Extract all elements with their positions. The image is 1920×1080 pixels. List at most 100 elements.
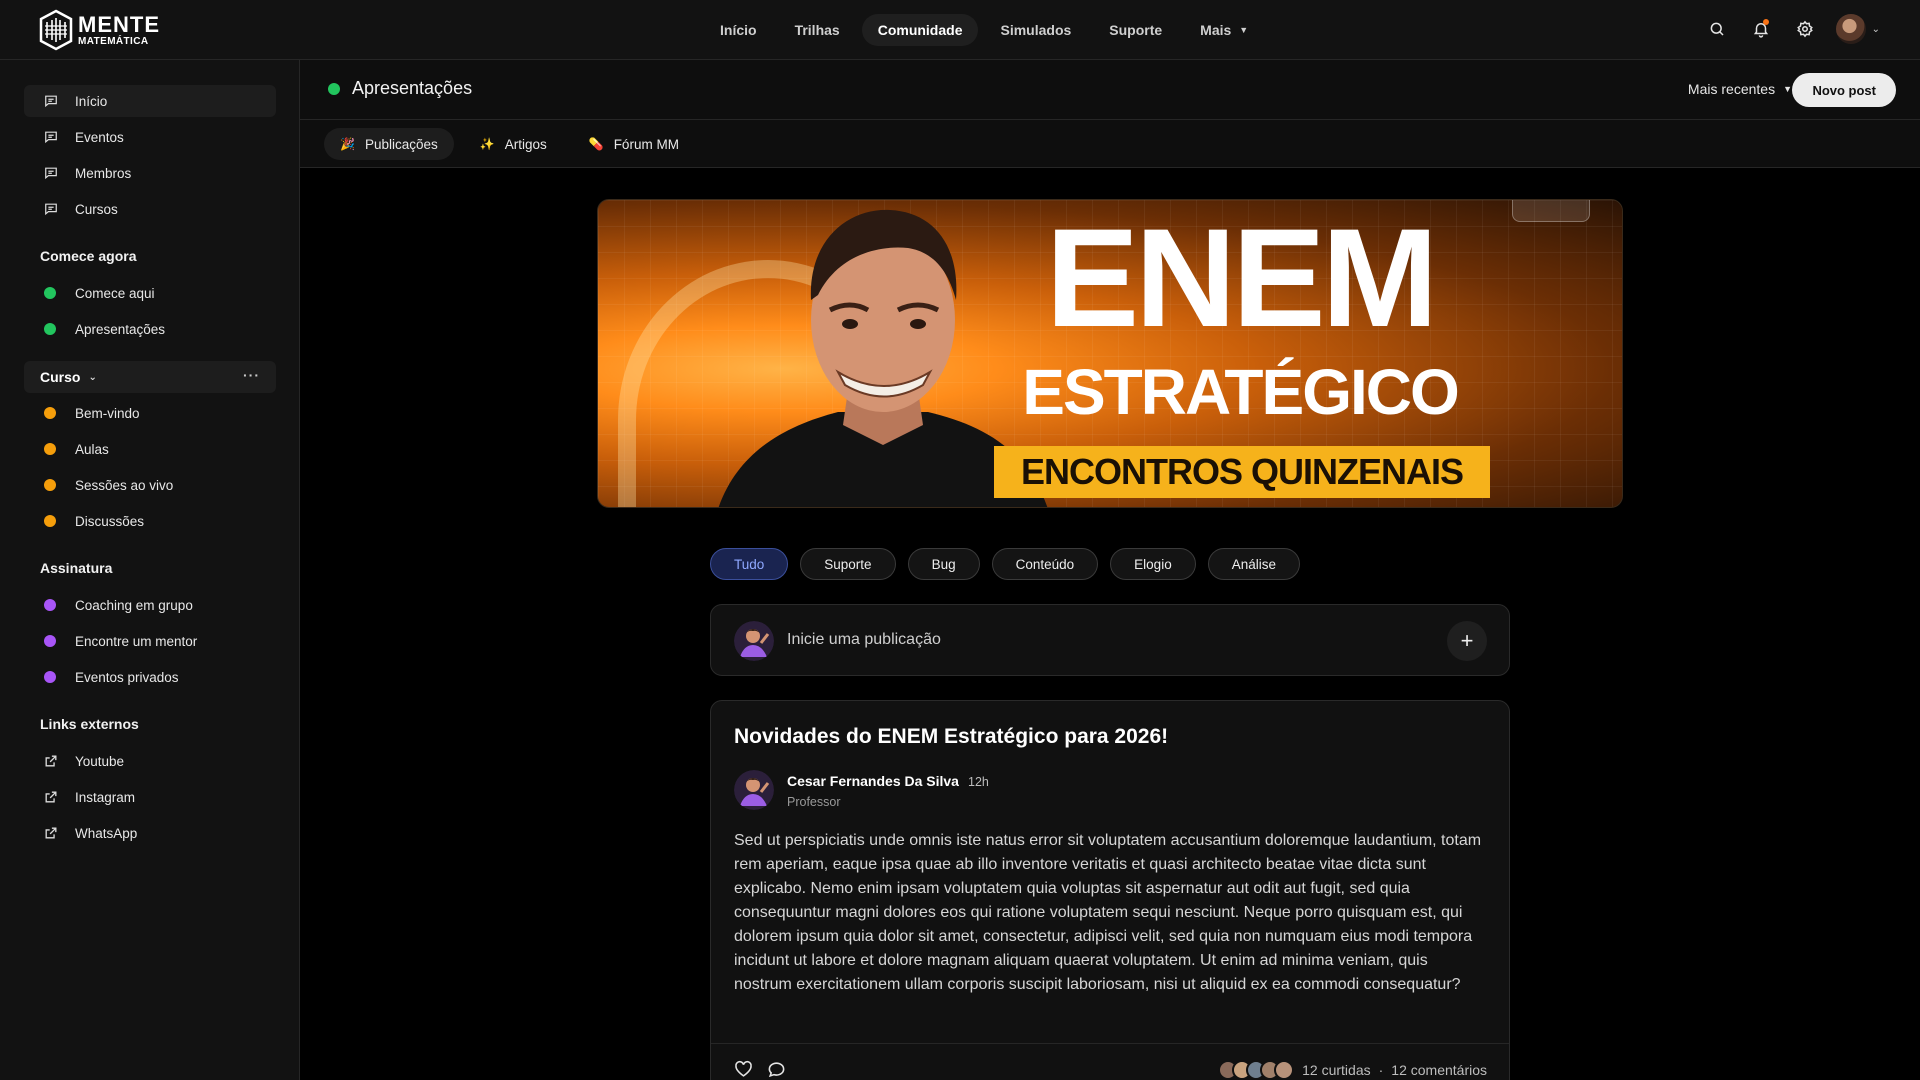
- tab-artigos[interactable]: ✨ Artigos: [464, 128, 563, 160]
- party-popper-icon: 🎉: [340, 137, 355, 151]
- filter-chip-elogio[interactable]: Elogio: [1110, 548, 1196, 580]
- sidebar-section-title: Curso: [40, 369, 81, 385]
- user-menu[interactable]: ⌄: [1835, 14, 1880, 44]
- filter-chip-analise[interactable]: Análise: [1207, 548, 1300, 580]
- sidebar-item-discussoes[interactable]: Discussões: [24, 505, 276, 537]
- nav-label: Mais: [1200, 22, 1232, 38]
- status-dot: [44, 635, 56, 647]
- nav-item-simulados[interactable]: Simulados: [984, 14, 1087, 46]
- nav-item-mais[interactable]: Mais ▼: [1184, 14, 1264, 46]
- likers-avatar-stack[interactable]: [1218, 1060, 1295, 1080]
- sidebar-item-label: Comece aqui: [75, 285, 155, 301]
- sidebar-group-curso[interactable]: Curso ⌄ ···: [24, 361, 276, 393]
- space-tabs: 🎉 Publicações ✨ Artigos 💊 Fórum MM: [300, 120, 1920, 168]
- sidebar-item-label: Eventos: [75, 129, 124, 145]
- sidebar-item-inicio[interactable]: Início: [24, 85, 276, 117]
- post-footer: 12 curtidas · 12 comentários: [711, 1043, 1509, 1080]
- chevron-down-icon: ⌄: [1871, 23, 1880, 35]
- sidebar-item-label: Eventos privados: [75, 669, 179, 685]
- sidebar-item-apresentacoes[interactable]: Apresentações: [24, 313, 276, 345]
- nav-label: Início: [720, 22, 757, 38]
- sidebar-item-label: Aulas: [75, 441, 109, 457]
- sparkles-icon: ✨: [479, 137, 495, 151]
- sidebar-item-instagram[interactable]: Instagram: [24, 781, 276, 813]
- nav-label: Trilhas: [794, 22, 840, 38]
- status-dot: [44, 443, 56, 455]
- post-author-name[interactable]: Cesar Fernandes Da Silva: [787, 773, 959, 789]
- sidebar-item-label: Youtube: [75, 753, 125, 769]
- sidebar-item-sessoes-ao-vivo[interactable]: Sessões ao vivo: [24, 469, 276, 501]
- sidebar-item-label: Início: [75, 93, 108, 109]
- status-dot: [44, 479, 56, 491]
- more-options-icon[interactable]: ···: [243, 367, 260, 383]
- sidebar-item-eventos[interactable]: Eventos: [24, 121, 276, 153]
- status-dot: [44, 515, 56, 527]
- message-square-icon: [43, 165, 59, 181]
- search-icon[interactable]: [1704, 16, 1730, 42]
- page-title: Apresentações: [328, 78, 472, 99]
- heart-icon[interactable]: [734, 1060, 753, 1079]
- sidebar-item-bem-vindo[interactable]: Bem-vindo: [24, 397, 276, 429]
- sort-dropdown[interactable]: Mais recentes ▼: [1688, 81, 1792, 97]
- sidebar-item-cursos[interactable]: Cursos: [24, 193, 276, 225]
- comments-count[interactable]: 12 comentários: [1391, 1062, 1487, 1078]
- add-post-button[interactable]: +: [1447, 621, 1487, 661]
- nav-item-comunidade[interactable]: Comunidade: [861, 14, 979, 46]
- post-card[interactable]: Novidades do ENEM Estratégico para 2026!…: [710, 700, 1510, 1080]
- sidebar-item-encontre-um-mentor[interactable]: Encontre um mentor: [24, 625, 276, 657]
- post-filters: Tudo Suporte Bug Conteúdo Elogio Análise: [710, 548, 1300, 580]
- post-composer[interactable]: Inicie uma publicação +: [710, 604, 1510, 676]
- tab-label: Fórum MM: [613, 136, 679, 152]
- gear-icon[interactable]: [1792, 16, 1818, 42]
- composer-placeholder: Inicie uma publicação: [787, 631, 941, 648]
- comment-icon[interactable]: [767, 1060, 786, 1079]
- banner-title: ENEM: [1045, 199, 1438, 356]
- sidebar-item-label: Discussões: [75, 513, 145, 529]
- tab-publicacoes[interactable]: 🎉 Publicações: [324, 128, 454, 160]
- sidebar-item-membros[interactable]: Membros: [24, 157, 276, 189]
- sidebar-item-label: Sessões ao vivo: [75, 477, 174, 493]
- bell-icon[interactable]: [1748, 16, 1774, 42]
- sort-label: Mais recentes: [1687, 81, 1776, 97]
- chevron-down-icon: ⌄: [88, 371, 97, 383]
- stats-separator: ·: [1378, 1062, 1384, 1078]
- sidebar-section-title: Links externos: [40, 716, 139, 732]
- sidebar-item-whatsapp[interactable]: WhatsApp: [24, 817, 276, 849]
- tab-forum-mm[interactable]: 💊 Fórum MM: [573, 128, 695, 160]
- top-actions: ⌄: [1704, 14, 1880, 44]
- message-square-icon: [43, 201, 59, 217]
- status-dot: [44, 323, 56, 335]
- sidebar-item-comece-aqui[interactable]: Comece aqui: [24, 277, 276, 309]
- sidebar-item-label: Apresentações: [75, 321, 166, 337]
- sidebar-item-eventos-privados[interactable]: Eventos privados: [24, 661, 276, 693]
- tab-label: Artigos: [504, 136, 547, 152]
- sidebar-item-coaching-em-grupo[interactable]: Coaching em grupo: [24, 589, 276, 621]
- avatar[interactable]: [734, 770, 774, 810]
- likes-count[interactable]: 12 curtidas: [1302, 1062, 1370, 1078]
- tab-label: Publicações: [364, 136, 438, 152]
- nav-item-suporte[interactable]: Suporte: [1093, 14, 1178, 46]
- sidebar-item-aulas[interactable]: Aulas: [24, 433, 276, 465]
- space-cover-banner: ENEM ESTRATÉGICO ENCONTROS QUINZENAIS: [597, 199, 1623, 508]
- filter-chip-bug[interactable]: Bug: [907, 548, 980, 580]
- status-dot: [44, 671, 56, 683]
- filter-chip-tudo[interactable]: Tudo: [710, 548, 789, 580]
- avatar: [734, 621, 774, 661]
- filter-chip-suporte[interactable]: Suporte: [800, 548, 896, 580]
- sidebar-item-youtube[interactable]: Youtube: [24, 745, 276, 777]
- sidebar-item-label: Coaching em grupo: [75, 597, 193, 613]
- sidebar-section-title: Comece agora: [40, 248, 137, 264]
- banner-logo-badge: [1512, 200, 1590, 222]
- brand-line2: MATEMÁTICA: [78, 35, 149, 47]
- post-timestamp: 12h: [968, 775, 989, 789]
- sidebar-item-label: WhatsApp: [75, 825, 138, 841]
- post-title[interactable]: Novidades do ENEM Estratégico para 2026!: [734, 725, 1168, 749]
- page-title-text: Apresentações: [352, 78, 473, 98]
- nav-item-trilhas[interactable]: Trilhas: [779, 14, 856, 46]
- brand-line1: MENTE: [78, 11, 160, 37]
- new-post-button[interactable]: Novo post: [1792, 73, 1896, 107]
- nav-item-inicio[interactable]: Início: [704, 14, 773, 46]
- brand-logo[interactable]: MENTE MATEMÁTICA: [37, 8, 160, 52]
- space-header: Apresentações Mais recentes ▼ Novo post: [300, 60, 1920, 120]
- filter-chip-conteudo[interactable]: Conteúdo: [991, 548, 1099, 580]
